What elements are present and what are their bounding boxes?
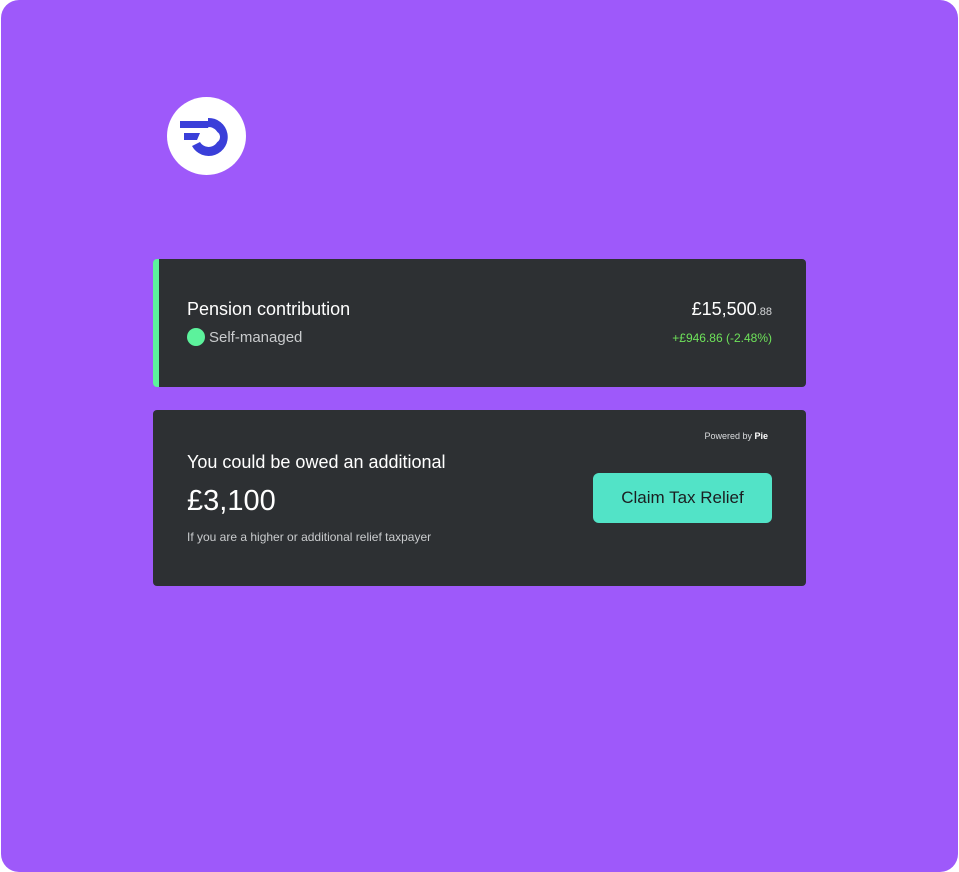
app-background: Pension contribution Self-managed £15,50… <box>1 0 958 872</box>
pension-amount-pence: .88 <box>756 306 772 318</box>
powered-by: Powered by Pie <box>704 431 768 441</box>
brand-logo-icon <box>179 117 228 156</box>
tax-relief-card: Powered by Pie You could be owed an addi… <box>153 410 806 586</box>
pension-amount-main: £15,500 <box>691 299 757 319</box>
brand-logo <box>167 97 246 175</box>
pension-title: Pension contribution <box>187 299 351 319</box>
pension-change: +£946.86 (-2.48%) <box>672 331 772 345</box>
powered-by-brand: Pie <box>754 431 768 441</box>
status-dot-icon <box>187 328 205 346</box>
pension-amount: £15,500.88 <box>692 299 772 320</box>
claim-tax-relief-button[interactable]: Claim Tax Relief <box>593 473 772 523</box>
powered-by-prefix: Powered by <box>704 431 752 441</box>
pension-status-label: Self-managed <box>209 328 303 346</box>
tax-relief-note: If you are a higher or additional relief… <box>187 530 432 544</box>
tax-relief-amount: £3,100 <box>187 485 276 517</box>
tax-relief-heading: You could be owed an additional <box>187 452 446 472</box>
pension-status: Self-managed <box>187 328 302 346</box>
pension-card[interactable]: Pension contribution Self-managed £15,50… <box>153 259 806 387</box>
